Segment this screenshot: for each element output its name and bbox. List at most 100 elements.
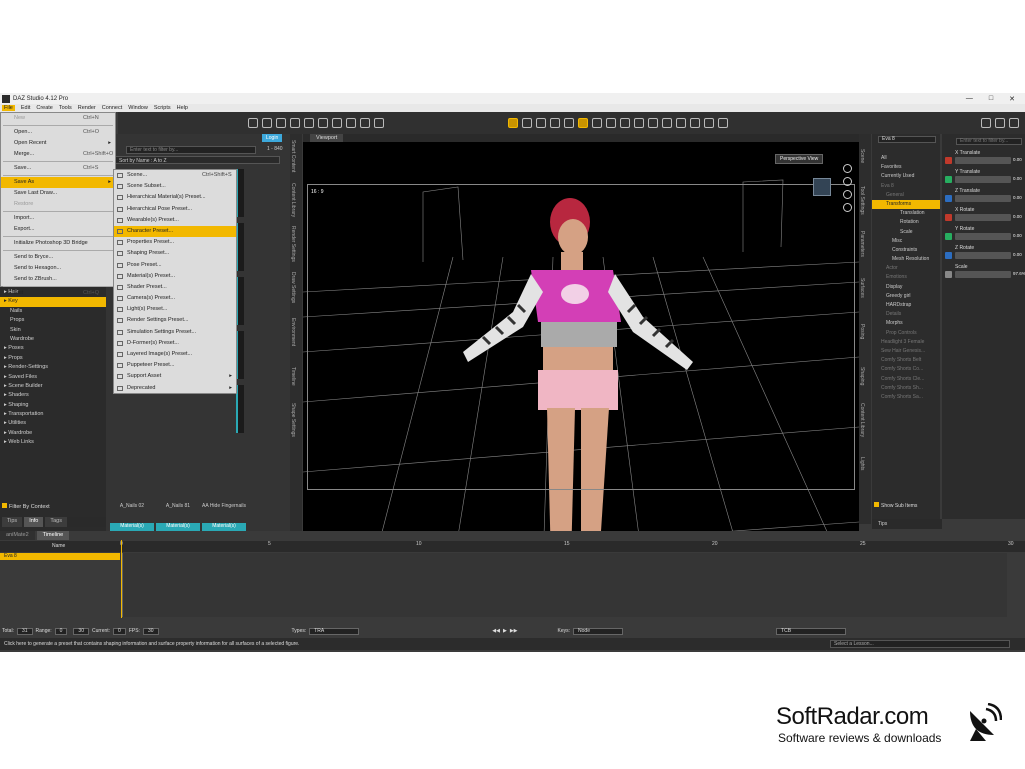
slider-track[interactable] [955, 157, 1011, 164]
filter-by-context[interactable]: Filter By Context [2, 503, 50, 510]
property-group-item[interactable]: General [872, 191, 940, 200]
file-menu-item[interactable]: Exit Ctrl+Q [1, 288, 115, 299]
toolbar-tool-icon[interactable] [374, 118, 384, 128]
property-group-item[interactable]: Sew Hair Genesis... [872, 347, 940, 356]
translate-tool-icon[interactable] [522, 118, 532, 128]
slider-track[interactable] [955, 176, 1011, 183]
render-icon[interactable] [676, 118, 686, 128]
toolbar-tool-icon[interactable] [346, 118, 356, 128]
file-menu-item[interactable]: Save Last Draw... [1, 188, 115, 199]
range-end-field[interactable]: 30 [73, 627, 89, 635]
home-icon[interactable] [981, 118, 991, 128]
rotate-tool-icon[interactable] [536, 118, 546, 128]
thumbnail[interactable] [236, 385, 244, 433]
toolbar-tool-icon[interactable] [290, 118, 300, 128]
right-panel-tab[interactable]: Lights [859, 442, 865, 486]
toolbar-tool-icon[interactable] [304, 118, 314, 128]
property-group-item[interactable]: Headlight 3 Female [872, 338, 940, 347]
help-icon[interactable] [995, 118, 1005, 128]
timeline-keys-area[interactable] [122, 553, 1007, 617]
orbit-icon[interactable] [843, 164, 852, 173]
settings-icon[interactable] [1009, 118, 1019, 128]
property-group-item[interactable]: All [872, 154, 940, 163]
property-group-item[interactable]: Comfy Shorts Sh... [872, 384, 940, 393]
file-menu-item[interactable]: Merge... Ctrl+Shift+O [1, 149, 115, 160]
file-menu-item[interactable]: Open Recent ▸ [1, 138, 115, 149]
property-group-item[interactable]: Rotation [872, 218, 940, 227]
tree-item[interactable]: ▸ Shaping [0, 401, 106, 410]
save-as-menu-item[interactable]: Material(s) Preset... [114, 271, 236, 282]
save-as-menu-item[interactable]: Wearable(s) Preset... [114, 215, 236, 226]
toolbar-tool-icon[interactable] [276, 118, 286, 128]
menu-window[interactable]: Window [128, 105, 148, 111]
tree-item[interactable]: ▸ Poses [0, 344, 106, 353]
content-filter-input[interactable]: Enter text to filter by... [126, 146, 256, 154]
save-as-menu-item[interactable]: Support Asset ▸ [114, 371, 236, 382]
sort-dropdown[interactable]: Sort by Name : A to Z [110, 156, 280, 164]
menu-help[interactable]: Help [177, 105, 188, 111]
file-menu-item[interactable]: Save As ▸ [1, 177, 115, 188]
file-menu-item[interactable]: Initialize Photoshop 3D Bridge [1, 238, 115, 249]
login-button[interactable]: Login [262, 134, 283, 142]
tab-tips-right[interactable]: Tips [872, 519, 942, 529]
tree-item[interactable]: ▸ Saved Files [0, 373, 106, 382]
tree-item[interactable]: ▸ Scene Builder [0, 382, 106, 391]
toolbar-tool-icon[interactable] [262, 118, 272, 128]
left-panel-tab[interactable]: Environment [290, 310, 296, 354]
file-menu-item[interactable]: Restore [1, 199, 115, 210]
right-panel-tab[interactable]: Scene [859, 134, 865, 178]
property-group-item[interactable]: Emotions [872, 273, 940, 282]
property-group-item[interactable]: Scale [872, 228, 940, 237]
tab-animate2[interactable]: aniMate2 [0, 531, 35, 540]
slider-track[interactable] [955, 252, 1011, 259]
play-back-icon[interactable]: ◀◀ [492, 628, 500, 634]
save-as-menu-item[interactable]: Camera(s) Preset... [114, 293, 236, 304]
play-icon[interactable]: ▶ [503, 628, 507, 634]
slider-track[interactable] [955, 271, 1011, 278]
toolbar-tool-icon[interactable] [248, 118, 258, 128]
fps-field[interactable]: 30 [142, 627, 159, 635]
thumbnail[interactable] [236, 169, 244, 217]
render-settings-icon[interactable] [690, 118, 700, 128]
range-start-field[interactable]: 0 [54, 627, 68, 635]
timeline-track-eva8[interactable]: Eva 8 [0, 553, 120, 560]
node-dropdown[interactable]: Node [573, 627, 624, 635]
node-weight-icon[interactable] [578, 118, 588, 128]
save-as-menu-item[interactable]: Pose Preset... [114, 260, 236, 271]
parameter-slider[interactable]: Y Translate 0.00 [945, 169, 1023, 187]
save-as-menu-item[interactable]: Puppeteer Preset... [114, 360, 236, 371]
property-group-item[interactable]: Favorites [872, 163, 940, 172]
timeline-ruler[interactable]: 0 5 10 15 20 25 30 [120, 541, 1015, 552]
current-frame-field[interactable]: 0 [113, 627, 126, 635]
file-menu-item[interactable]: Send to Bryce... [1, 252, 115, 263]
tree-item[interactable]: Nails [0, 307, 106, 316]
save-as-menu-item[interactable]: D-Former(s) Preset... [114, 338, 236, 349]
spot-render-icon[interactable] [648, 118, 658, 128]
save-as-menu-item[interactable]: Shader Preset... [114, 282, 236, 293]
tab-tips[interactable]: Tips [2, 517, 23, 527]
menu-render[interactable]: Render [78, 105, 96, 111]
slider-track[interactable] [955, 214, 1011, 221]
left-panel-tab[interactable]: Shape Settings [290, 398, 296, 442]
types-dropdown[interactable]: TRA [309, 627, 360, 635]
scale-tool-icon[interactable] [550, 118, 560, 128]
save-as-menu-item[interactable]: Character Preset... [114, 225, 236, 238]
toolbar-tool-icon[interactable] [360, 118, 370, 128]
parameter-slider[interactable]: X Translate 0.00 [945, 150, 1023, 168]
tree-item[interactable]: ▸ Web Links [0, 438, 106, 447]
parameter-slider[interactable]: X Rotate 0.00 [945, 207, 1023, 225]
property-group-item[interactable]: Details [872, 310, 940, 319]
property-group-item[interactable]: Misc [872, 237, 940, 246]
tab-tags[interactable]: Tags [45, 517, 67, 527]
tree-item[interactable]: ▸ Wardrobe [0, 429, 106, 438]
viewport-3d[interactable]: 16 : 9 Perspective View [303, 142, 859, 567]
geometry-editor-icon[interactable] [606, 118, 616, 128]
pan-icon[interactable] [843, 177, 852, 186]
file-menu-item[interactable]: Export... [1, 224, 115, 235]
slider-track[interactable] [955, 233, 1011, 240]
camera-dropdown[interactable]: Perspective View [775, 154, 824, 164]
save-as-menu-item[interactable]: Scene Subset... [114, 181, 236, 192]
parameter-slider[interactable]: Z Translate 0.00 [945, 188, 1023, 206]
tree-item[interactable]: Skin [0, 326, 106, 335]
frame-icon[interactable] [843, 203, 852, 212]
